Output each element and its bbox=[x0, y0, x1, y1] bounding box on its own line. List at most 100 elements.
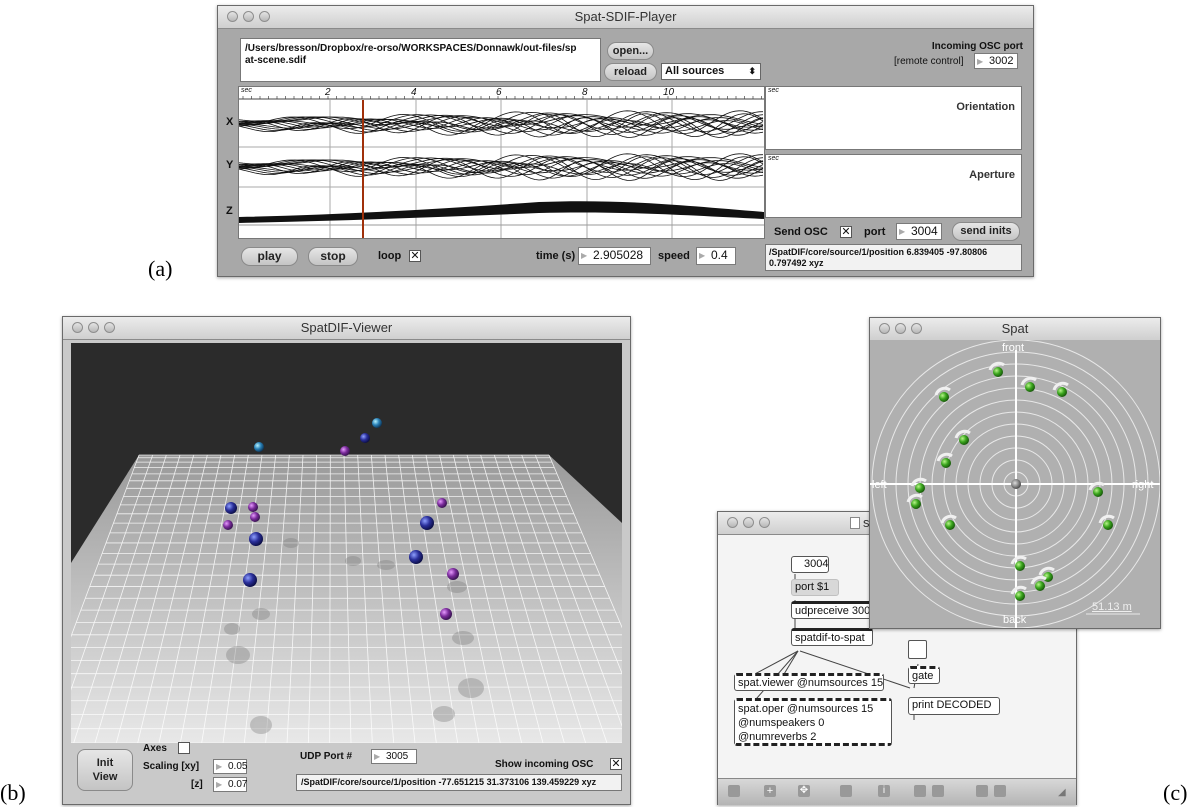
aperture-graph[interactable]: sec Aperture bbox=[765, 154, 1022, 218]
spat-oper-line: @numspeakers 0 bbox=[738, 717, 825, 729]
spat-titlebar[interactable]: Spat bbox=[870, 318, 1160, 341]
spat-viewer-canvas[interactable] bbox=[870, 340, 1160, 628]
send-inits-button[interactable]: send inits bbox=[952, 222, 1020, 241]
axis-x-label: X bbox=[226, 116, 234, 128]
panel-label-b: (b) bbox=[0, 780, 26, 805]
patcher-doc-icon bbox=[850, 517, 860, 529]
axis-z-label: Z bbox=[226, 205, 233, 217]
port-number-box[interactable]: 3004 bbox=[791, 556, 829, 573]
send-osc-label: Send OSC bbox=[774, 226, 828, 238]
init-view-label: View bbox=[92, 771, 118, 783]
lock-icon[interactable] bbox=[728, 785, 740, 797]
3d-grid-floor bbox=[71, 418, 622, 743]
add-object-icon[interactable]: + bbox=[764, 785, 776, 797]
panel-label-c: (c) bbox=[1163, 780, 1188, 805]
viewer-titlebar[interactable]: SpatDIF-Viewer bbox=[63, 317, 630, 340]
stop-button[interactable]: stop bbox=[308, 247, 358, 266]
osc-message-line: 0.797492 xyz bbox=[769, 258, 824, 268]
viewer-osc-message: /SpatDIF/core/source/1/position -77.6512… bbox=[296, 774, 622, 791]
speed-label: speed bbox=[658, 250, 690, 262]
open-button[interactable]: open... bbox=[607, 42, 654, 60]
spat-oper-object[interactable]: spat.oper @numsources 15 @numspeakers 0 … bbox=[734, 698, 892, 746]
orientation-unit: sec bbox=[768, 87, 779, 94]
resize-grip-icon[interactable]: ◢ bbox=[1058, 787, 1066, 798]
timeline-tick-label: 4 bbox=[411, 87, 417, 98]
aperture-unit: sec bbox=[768, 155, 779, 162]
orientation-graph[interactable]: sec Orientation bbox=[765, 86, 1022, 150]
scaling-xy-label: Scaling [xy] bbox=[143, 761, 200, 772]
patcher-toolbar: + ✥ i ◢ bbox=[718, 778, 1076, 805]
timeline-tick-label: 2 bbox=[325, 87, 331, 98]
orientation-label: Orientation bbox=[956, 101, 1015, 113]
timeline-tick-label: 10 bbox=[663, 87, 675, 98]
zoom-icon[interactable] bbox=[759, 517, 770, 528]
port-message[interactable]: port $1 bbox=[791, 579, 839, 596]
remote-control-label: [remote control] bbox=[894, 56, 964, 67]
reload-button[interactable]: reload bbox=[604, 63, 657, 81]
speed-field[interactable]: 0.4 bbox=[696, 247, 736, 265]
time-label: time (s) bbox=[536, 250, 576, 262]
scale-label: 51.13 m bbox=[1092, 601, 1132, 613]
show-osc-label: Show incoming OSC bbox=[495, 759, 594, 770]
timeline-tick-label: 8 bbox=[582, 87, 588, 98]
scaling-xy-field[interactable]: 0.05 bbox=[213, 759, 247, 774]
spat-window: Spat front back left right 51.13 m bbox=[869, 317, 1161, 629]
3d-scene-view[interactable] bbox=[71, 343, 622, 743]
init-view-button[interactable]: Init View bbox=[77, 749, 133, 791]
windows-icon[interactable] bbox=[914, 785, 926, 797]
updown-chevron-icon: ⬍ bbox=[748, 66, 756, 76]
spat-viewer-object[interactable]: spat.viewer @numsources 15 bbox=[734, 673, 884, 691]
gate-object[interactable]: gate bbox=[908, 666, 940, 684]
remote-port-field[interactable]: 3002 bbox=[974, 53, 1018, 69]
spat-sdif-player-window: Spat-SDIF-Player /Users/bresson/Dropbox/… bbox=[217, 5, 1034, 277]
show-osc-checkbox[interactable]: ✕ bbox=[610, 758, 622, 770]
file-path-field[interactable]: /Users/bresson/Dropbox/re-orso/WORKSPACE… bbox=[240, 38, 601, 82]
snap-icon[interactable] bbox=[994, 785, 1006, 797]
loop-checkbox[interactable]: ✕ bbox=[409, 250, 421, 262]
info-icon[interactable]: i bbox=[878, 785, 890, 797]
presentation-icon[interactable] bbox=[840, 785, 852, 797]
init-view-label: Init bbox=[96, 757, 114, 769]
print-object[interactable]: print DECODED bbox=[908, 697, 1000, 715]
loop-label: loop bbox=[378, 250, 402, 262]
z-scale-label: [z] bbox=[191, 779, 203, 790]
player-titlebar[interactable]: Spat-SDIF-Player bbox=[218, 6, 1033, 29]
trajectory-plot bbox=[239, 87, 764, 238]
play-button[interactable]: play bbox=[241, 247, 298, 266]
spat-title: Spat bbox=[1001, 321, 1029, 336]
sources-value: All sources bbox=[665, 65, 725, 77]
osc-message-display: /SpatDIF/core/source/1/position 6.839405… bbox=[765, 244, 1022, 271]
axes-checkbox[interactable] bbox=[178, 742, 190, 754]
udpreceive-object[interactable]: udpreceive 300 bbox=[791, 601, 875, 619]
file-path-line: at-scene.sdif bbox=[245, 55, 307, 66]
left-label: left bbox=[872, 479, 887, 491]
move-icon[interactable]: ✥ bbox=[798, 785, 810, 797]
close-icon[interactable] bbox=[727, 517, 738, 528]
sources-dropdown[interactable]: All sources ⬍ bbox=[661, 63, 761, 80]
timeline-tick-label: 6 bbox=[496, 87, 502, 98]
viewer-title: SpatDIF-Viewer bbox=[300, 320, 393, 335]
spatdif-viewer-window: SpatDIF-Viewer Init View Axes Scaling [x… bbox=[62, 316, 631, 805]
axes-label: Axes bbox=[143, 743, 167, 754]
timeline-unit-label: sec bbox=[241, 87, 252, 94]
player-title: Spat-SDIF-Player bbox=[574, 9, 677, 24]
incoming-osc-label: Incoming OSC port bbox=[931, 41, 1023, 52]
gate-toggle[interactable] bbox=[908, 640, 927, 659]
aperture-label: Aperture bbox=[969, 169, 1015, 181]
time-field[interactable]: 2.905028 bbox=[578, 247, 651, 265]
axis-y-label: Y bbox=[226, 159, 234, 171]
clipboard-icon[interactable] bbox=[932, 785, 944, 797]
back-label: back bbox=[1003, 614, 1027, 626]
minimize-icon[interactable] bbox=[743, 517, 754, 528]
grid-icon[interactable] bbox=[976, 785, 988, 797]
trajectory-timeline[interactable]: sec 2 4 6 8 10 bbox=[238, 86, 765, 239]
spat-oper-line: @numreverbs 2 bbox=[738, 731, 817, 743]
spatdif-to-spat-object[interactable]: spatdif-to-spat bbox=[791, 628, 873, 646]
osc-message-line: /SpatDIF/core/source/1/position 6.839405… bbox=[769, 247, 988, 257]
z-scale-field[interactable]: 0.07 bbox=[213, 777, 247, 792]
send-osc-checkbox[interactable]: ✕ bbox=[840, 226, 852, 238]
file-path-line: /Users/bresson/Dropbox/re-orso/WORKSPACE… bbox=[245, 43, 577, 54]
front-label: front bbox=[1002, 342, 1025, 354]
udp-port-field[interactable]: 3005 bbox=[371, 749, 417, 764]
port-field[interactable]: 3004 bbox=[896, 223, 942, 240]
